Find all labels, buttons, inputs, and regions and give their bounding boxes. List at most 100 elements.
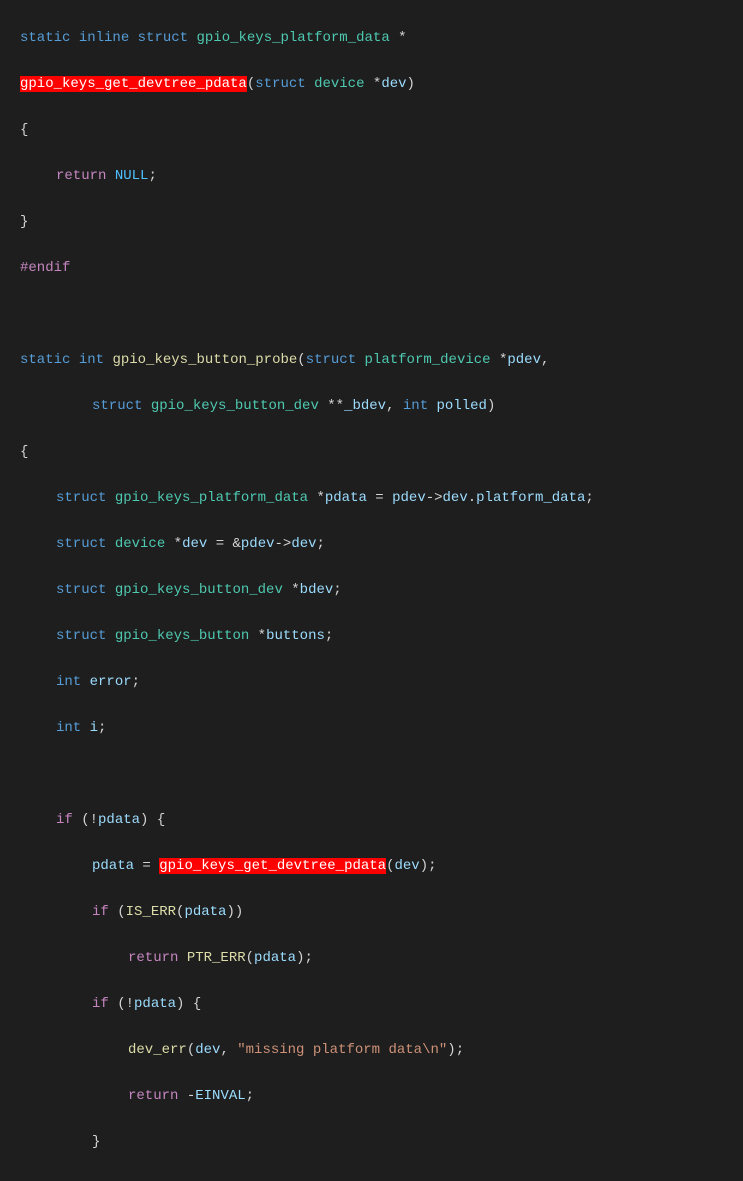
paren: (	[187, 1042, 195, 1058]
semicolon: ;	[304, 950, 312, 966]
search-highlight: gpio_keys_get_devtree_pdata	[20, 76, 247, 92]
variable: i	[90, 720, 98, 736]
comma: ,	[386, 398, 394, 414]
operator: =	[375, 490, 383, 506]
code-line	[20, 303, 743, 326]
operator: !	[126, 996, 134, 1012]
variable: error	[90, 674, 132, 690]
keyword: static	[20, 352, 70, 368]
paren: (	[247, 76, 255, 92]
function-name: PTR_ERR	[187, 950, 246, 966]
constant: EINVAL	[195, 1088, 245, 1104]
paren: )	[407, 76, 415, 92]
code-line: struct gpio_keys_button *buttons;	[20, 625, 743, 648]
function-name: dev_err	[128, 1042, 187, 1058]
brace: {	[20, 122, 28, 138]
semicolon: ;	[456, 1042, 464, 1058]
variable: dev	[291, 536, 316, 552]
variable: pdev	[241, 536, 275, 552]
type-name: gpio_keys_button_dev	[151, 398, 319, 414]
operator: *	[258, 628, 266, 644]
paren: (	[117, 996, 125, 1012]
code-line: struct gpio_keys_button_dev **_bdev, int…	[20, 395, 743, 418]
variable: pdata	[184, 904, 226, 920]
code-editor[interactable]: static inline struct gpio_keys_platform_…	[0, 0, 743, 1181]
paren: (	[297, 352, 305, 368]
type-name: device	[115, 536, 165, 552]
keyword: struct	[255, 76, 305, 92]
variable: pdata	[98, 812, 140, 828]
keyword: int	[56, 674, 81, 690]
keyword: inline	[79, 30, 129, 46]
brace: {	[20, 444, 28, 460]
operator: !	[90, 812, 98, 828]
keyword: return	[128, 1088, 178, 1104]
keyword: struct	[306, 352, 356, 368]
type-name: gpio_keys_button	[115, 628, 249, 644]
function-name: IS_ERR	[126, 904, 176, 920]
operator: .	[468, 490, 476, 506]
code-line: if (!pdata) {	[20, 993, 743, 1016]
semicolon: ;	[585, 490, 593, 506]
operator: *	[316, 490, 324, 506]
code-line: struct gpio_keys_platform_data *pdata = …	[20, 487, 743, 510]
semicolon: ;	[246, 1088, 254, 1104]
keyword: return	[128, 950, 178, 966]
paren: (	[81, 812, 89, 828]
code-line: }	[20, 211, 743, 234]
paren: (	[246, 950, 254, 966]
operator: -	[187, 1088, 195, 1104]
preprocessor: #endif	[20, 260, 70, 276]
code-line: if (IS_ERR(pdata))	[20, 901, 743, 924]
code-line: struct device *dev = &pdev->dev;	[20, 533, 743, 556]
code-line: return PTR_ERR(pdata);	[20, 947, 743, 970]
keyword: struct	[138, 30, 188, 46]
variable: pdata	[134, 996, 176, 1012]
variable: pdev	[392, 490, 426, 506]
semicolon: ;	[333, 582, 341, 598]
code-line: gpio_keys_get_devtree_pdata(struct devic…	[20, 73, 743, 96]
keyword: if	[92, 904, 109, 920]
operator: =	[142, 858, 150, 874]
search-highlight: gpio_keys_get_devtree_pdata	[159, 858, 386, 874]
variable: dev	[182, 536, 207, 552]
variable: pdata	[325, 490, 367, 506]
keyword: return	[56, 168, 106, 184]
code-line: #endif	[20, 257, 743, 280]
variable: dev	[394, 858, 419, 874]
operator: *	[174, 536, 182, 552]
keyword: struct	[56, 536, 106, 552]
comma: ,	[541, 352, 549, 368]
keyword: struct	[56, 490, 106, 506]
keyword: static	[20, 30, 70, 46]
keyword: int	[79, 352, 104, 368]
operator: =	[216, 536, 224, 552]
code-line: static int gpio_keys_button_probe(struct…	[20, 349, 743, 372]
string-literal: "missing platform data\n"	[237, 1042, 447, 1058]
keyword: if	[92, 996, 109, 1012]
keyword: if	[56, 812, 73, 828]
keyword: struct	[92, 398, 142, 414]
code-line: {	[20, 441, 743, 464]
function-name: gpio_keys_button_probe	[112, 352, 297, 368]
paren: (	[176, 904, 184, 920]
paren: )	[296, 950, 304, 966]
type-name: gpio_keys_button_dev	[115, 582, 283, 598]
type-name: gpio_keys_platform_data	[196, 30, 389, 46]
variable: pdata	[254, 950, 296, 966]
constant: NULL	[115, 168, 149, 184]
semicolon: ;	[428, 858, 436, 874]
code-line: dev_err(dev, "missing platform data\n");	[20, 1039, 743, 1062]
variable: pdata	[92, 858, 134, 874]
type-name: device	[314, 76, 364, 92]
type-name: platform_device	[365, 352, 491, 368]
operator: **	[327, 398, 344, 414]
code-line: if (!pdata) {	[20, 809, 743, 832]
brace: {	[157, 812, 165, 828]
brace: }	[92, 1134, 100, 1150]
paren: (	[386, 858, 394, 874]
variable: platform_data	[476, 490, 585, 506]
paren: )	[176, 996, 184, 1012]
paren: (	[117, 904, 125, 920]
code-line: {	[20, 119, 743, 142]
